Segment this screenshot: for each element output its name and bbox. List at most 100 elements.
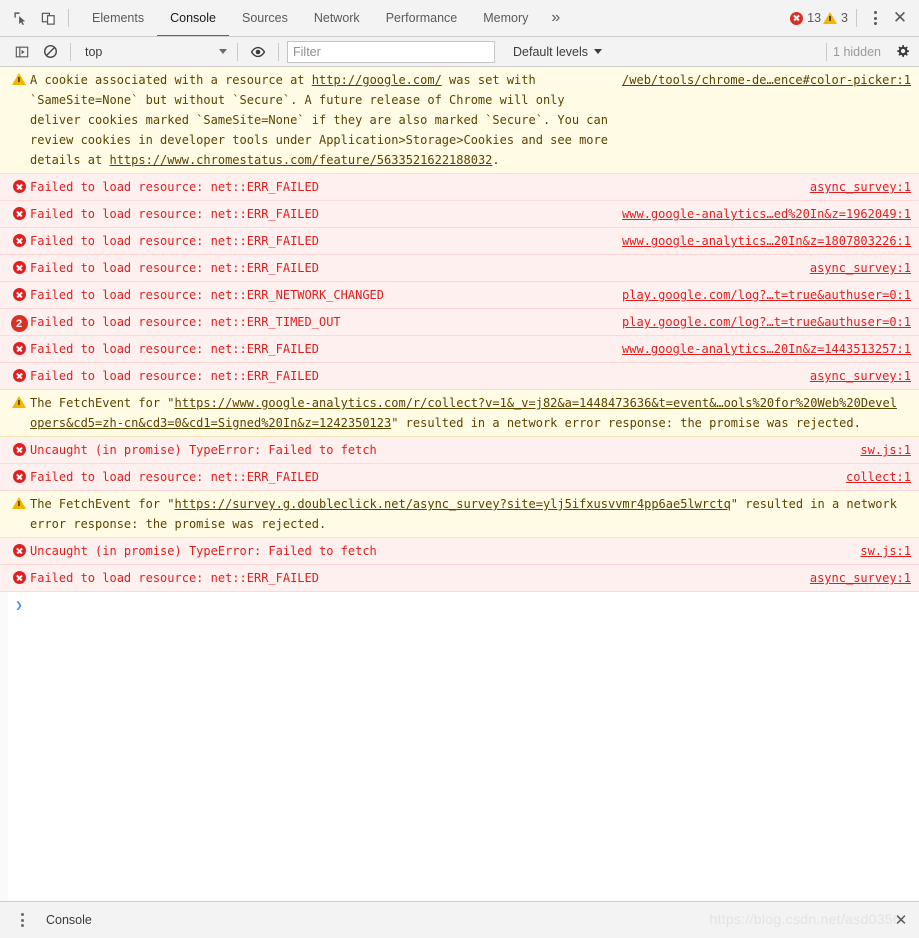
console-message-fragment: Failed to load resource: net::ERR_FAILED — [30, 261, 319, 275]
filter-input[interactable] — [287, 40, 495, 63]
console-prompt-row[interactable]: ❯ — [0, 592, 919, 618]
devtools-window: Elements Console Sources Network Perform… — [0, 0, 919, 938]
drawer-close-icon[interactable]: ✕ — [889, 908, 913, 932]
console-source-link[interactable]: async_survey:1 — [810, 369, 911, 383]
console-source-link[interactable]: play.google.com/log?…t=true&authuser=0:1 — [622, 288, 911, 302]
error-icon — [12, 369, 26, 382]
gear-icon[interactable] — [891, 41, 913, 63]
tab-console[interactable]: Console — [157, 0, 229, 36]
console-message-text: The FetchEvent for "https://survey.g.dou… — [30, 494, 911, 534]
kebab-dot — [20, 913, 24, 916]
console-message-source: sw.js:1 — [860, 541, 911, 561]
console-message-error[interactable]: Failed to load resource: net::ERR_FAILED… — [0, 174, 919, 201]
console-message-error[interactable]: 2 Failed to load resource: net::ERR_TIMED… — [0, 309, 919, 336]
console-message-error[interactable]: Uncaught (in promise) TypeError: Failed … — [0, 538, 919, 565]
console-message-gutter — [8, 231, 30, 247]
console-source-link[interactable]: async_survey:1 — [810, 180, 911, 194]
eye-glyph — [250, 46, 266, 57]
execution-context-selector[interactable]: top — [77, 42, 231, 62]
console-message-error[interactable]: Failed to load resource: net::ERR_FAILED… — [0, 336, 919, 363]
repeat-count-badge: 2 — [10, 315, 28, 332]
tab-performance-label: Performance — [385, 10, 458, 25]
console-message-link[interactable]: http://google.com/ — [312, 73, 442, 87]
device-toolbar-glyph — [41, 12, 55, 25]
tab-console-label: Console — [170, 10, 216, 25]
warning-count-badge[interactable]: 3 — [823, 11, 848, 25]
toolbar-divider-3 — [278, 42, 279, 61]
console-message-fragment: Failed to load resource: net::ERR_FAILED — [30, 180, 319, 194]
console-source-link[interactable]: play.google.com/log?…t=true&authuser=0:1 — [622, 315, 911, 329]
console-source-link[interactable]: www.google-analytics…ed%20In&z=1962049:1 — [622, 207, 911, 221]
console-message-area[interactable]: A cookie associated with a resource at h… — [0, 67, 919, 901]
tab-sources-label: Sources — [241, 10, 288, 25]
close-devtools-icon[interactable]: ✕ — [887, 5, 913, 31]
console-message-error[interactable]: Failed to load resource: net::ERR_FAILED… — [0, 228, 919, 255]
console-message-error[interactable]: Failed to load resource: net::ERR_FAILED… — [0, 565, 919, 592]
device-toolbar-icon[interactable] — [34, 4, 62, 32]
console-message-warn[interactable]: The FetchEvent for "https://survey.g.dou… — [0, 491, 919, 538]
console-message-error[interactable]: Failed to load resource: net::ERR_FAILED… — [0, 201, 919, 228]
console-message-text: Uncaught (in promise) TypeError: Failed … — [30, 541, 860, 561]
console-message-error[interactable]: Failed to load resource: net::ERR_NETWOR… — [0, 282, 919, 309]
console-message-error[interactable]: Uncaught (in promise) TypeError: Failed … — [0, 437, 919, 464]
console-message-error[interactable]: Failed to load resource: net::ERR_FAILED… — [0, 255, 919, 282]
console-source-link[interactable]: sw.js:1 — [860, 443, 911, 457]
console-message-warn[interactable]: The FetchEvent for "https://www.google-a… — [0, 390, 919, 437]
console-message-fragment: A cookie associated with a resource at — [30, 73, 312, 87]
console-message-link[interactable]: https://www.chromestatus.com/feature/563… — [109, 153, 492, 167]
inspect-cursor-icon[interactable] — [6, 4, 34, 32]
console-source-link[interactable]: /web/tools/chrome-de…ence#color-picker:1 — [622, 73, 911, 87]
error-icon — [12, 180, 26, 193]
drawer-more-options-icon[interactable] — [10, 907, 34, 933]
warning-icon — [12, 73, 26, 85]
console-message-gutter — [8, 177, 30, 193]
console-source-link[interactable]: collect:1 — [846, 470, 911, 484]
tab-performance[interactable]: Performance — [373, 0, 471, 36]
console-prompt-input[interactable] — [30, 596, 911, 614]
more-tabs-icon[interactable]: » — [541, 0, 570, 36]
console-source-link[interactable]: sw.js:1 — [860, 544, 911, 558]
hidden-messages-label[interactable]: 1 hidden — [833, 45, 881, 59]
prompt-chevron-icon: ❯ — [15, 598, 23, 612]
console-source-link[interactable]: async_survey:1 — [810, 261, 911, 275]
console-message-text: Failed to load resource: net::ERR_FAILED — [30, 366, 810, 386]
console-message-gutter — [8, 258, 30, 274]
console-message-warn[interactable]: A cookie associated with a resource at h… — [0, 67, 919, 174]
console-source-link[interactable]: async_survey:1 — [810, 571, 911, 585]
console-message-gutter: 2 — [8, 312, 30, 332]
console-message-fragment: Uncaught (in promise) TypeError: Failed … — [30, 544, 377, 558]
console-message-text: Failed to load resource: net::ERR_NETWOR… — [30, 285, 622, 305]
console-message-fragment: Failed to load resource: net::ERR_NETWOR… — [30, 288, 385, 302]
tabbar-divider — [68, 9, 69, 27]
console-message-source: www.google-analytics…20In&z=1443513257:1 — [622, 339, 911, 359]
tab-memory[interactable]: Memory — [470, 0, 541, 36]
console-message-text: The FetchEvent for "https://www.google-a… — [30, 393, 911, 433]
gear-glyph — [896, 44, 909, 58]
console-sidebar-icon[interactable] — [8, 38, 36, 66]
warning-icon — [12, 396, 26, 408]
main-menu-icon[interactable] — [863, 5, 887, 31]
tab-elements[interactable]: Elements — [79, 0, 157, 36]
console-message-link[interactable]: https://survey.g.doubleclick.net/async_s… — [175, 497, 731, 511]
watermark: https://blog.csdn.net/asd0356 — [709, 911, 901, 927]
clear-console-icon[interactable] — [36, 38, 64, 66]
console-source-link[interactable]: www.google-analytics…20In&z=1443513257:1 — [622, 342, 911, 356]
error-icon — [12, 443, 26, 456]
console-message-source: /web/tools/chrome-de…ence#color-picker:1 — [622, 70, 911, 90]
drawer-tab-console[interactable]: Console — [34, 902, 104, 938]
tab-sources[interactable]: Sources — [229, 0, 301, 36]
error-count-badge[interactable]: 13 — [790, 11, 821, 25]
console-message-source: collect:1 — [846, 467, 911, 487]
console-message-text: Failed to load resource: net::ERR_TIMED_… — [30, 312, 622, 332]
toolbar-divider-1 — [70, 42, 71, 61]
console-message-text: A cookie associated with a resource at h… — [30, 70, 622, 170]
tab-network[interactable]: Network — [301, 0, 373, 36]
create-live-expression-icon[interactable] — [244, 38, 272, 66]
log-levels-selector[interactable]: Default levels — [513, 45, 603, 59]
console-message-error[interactable]: Failed to load resource: net::ERR_FAILED… — [0, 464, 919, 491]
error-icon — [12, 342, 26, 355]
drawer-tab-console-label: Console — [46, 913, 92, 927]
console-message-error[interactable]: Failed to load resource: net::ERR_FAILED… — [0, 363, 919, 390]
console-message-text: Failed to load resource: net::ERR_FAILED — [30, 177, 810, 197]
console-source-link[interactable]: www.google-analytics…20In&z=1807803226:1 — [622, 234, 911, 248]
